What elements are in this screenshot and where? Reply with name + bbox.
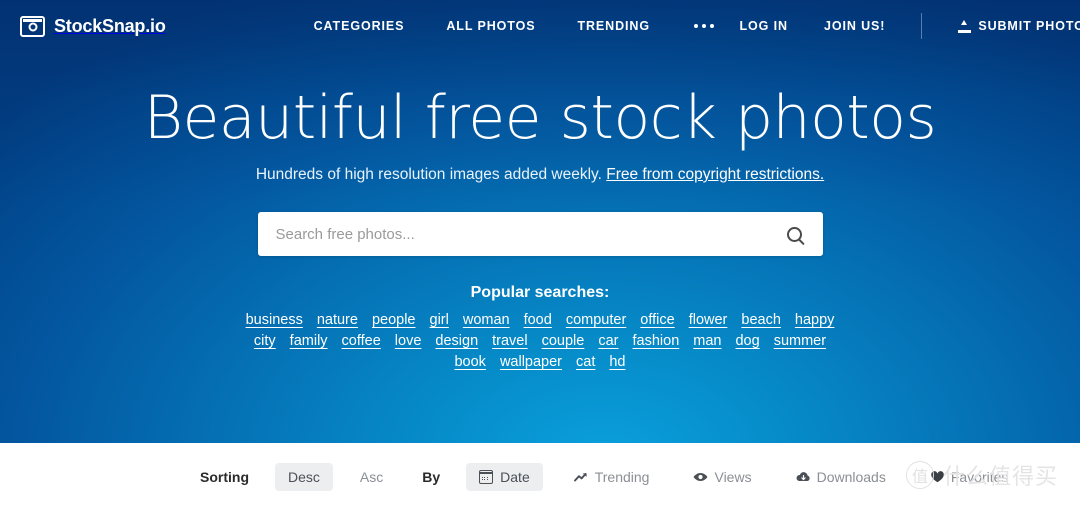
popular-tag-wallpaper[interactable]: wallpaper — [500, 354, 562, 370]
search-input[interactable] — [257, 212, 767, 256]
hero-subtitle: Hundreds of high resolution images added… — [0, 166, 1080, 184]
sort-by-trending-button[interactable]: Trending — [561, 463, 663, 491]
popular-tag-car[interactable]: car — [598, 333, 618, 349]
popular-tag-food[interactable]: food — [524, 312, 552, 328]
popular-tag-man[interactable]: man — [693, 333, 721, 349]
copyright-link[interactable]: Free from copyright restrictions. — [606, 166, 824, 183]
sort-order-desc-button[interactable]: Desc — [275, 462, 333, 491]
popular-tag-office[interactable]: office — [640, 312, 674, 328]
ellipsis-icon[interactable] — [692, 20, 716, 32]
nav-center-links: CATEGORIES ALL PHOTOS TRENDING — [314, 19, 716, 33]
tag-row: business nature people girl woman food compute… — [0, 312, 1080, 328]
brand-name: StockSnap.io — [54, 15, 166, 36]
popular-tag-people[interactable]: people — [372, 312, 416, 328]
popular-tag-dog[interactable]: dog — [735, 333, 759, 349]
popular-tag-hd[interactable]: hd — [609, 354, 625, 370]
popular-search-tags: business nature people girl woman food compute… — [0, 312, 1080, 370]
tag-row: city family coffee love design travel couple ca… — [0, 333, 1080, 349]
popular-tag-summer[interactable]: summer — [774, 333, 826, 349]
trending-arrow-icon — [573, 470, 588, 484]
popular-tag-happy[interactable]: happy — [795, 312, 835, 328]
submit-photos-button[interactable]: SUBMIT PHOTOS — [958, 19, 1080, 33]
nav-link-all-photos[interactable]: ALL PHOTOS — [446, 19, 535, 33]
popular-tag-beach[interactable]: beach — [741, 312, 781, 328]
sort-by-views-label: Views — [714, 468, 752, 485]
sort-by-views-button[interactable]: Views — [680, 463, 764, 491]
popular-tag-computer[interactable]: computer — [566, 312, 626, 328]
brand-logo-link[interactable]: StockSnap.io — [20, 15, 166, 37]
popular-tag-girl[interactable]: girl — [430, 312, 449, 328]
popular-searches-title: Popular searches: — [470, 284, 610, 301]
camera-icon — [20, 15, 45, 37]
camera-lens-icon — [28, 22, 37, 32]
page-title: Beautiful free stock photos — [143, 83, 937, 153]
by-label: By — [422, 468, 441, 485]
sort-by-date-button[interactable]: Date — [466, 462, 543, 491]
nav-link-log-in[interactable]: LOG IN — [740, 19, 788, 33]
sorting-label: Sorting — [200, 468, 249, 485]
hero-subtitle-text: Hundreds of high resolution images added… — [255, 166, 607, 183]
sort-by-downloads-label: Downloads — [816, 468, 886, 485]
submit-photos-label: SUBMIT PHOTOS — [978, 19, 1080, 33]
search-bar[interactable] — [257, 212, 823, 256]
nav-link-join-us[interactable]: JOIN US! — [824, 19, 885, 33]
popular-tag-woman[interactable]: woman — [463, 312, 510, 328]
eye-icon — [693, 470, 708, 484]
sort-order-desc-label: Desc — [288, 468, 320, 485]
popular-tag-business[interactable]: business — [246, 312, 303, 328]
top-navigation-bar: StockSnap.io CATEGORIES ALL PHOTOS TREND… — [0, 0, 1080, 52]
sort-order-asc-button[interactable]: Asc — [347, 463, 396, 491]
sort-by-date-label: Date — [500, 468, 530, 485]
upload-icon — [958, 19, 972, 33]
popular-tag-flower[interactable]: flower — [689, 312, 728, 328]
popular-tag-couple[interactable]: couple — [542, 333, 585, 349]
popular-tag-city[interactable]: city — [254, 333, 276, 349]
search-icon — [787, 226, 802, 242]
nav-divider — [921, 13, 923, 39]
popular-tag-family[interactable]: family — [290, 333, 328, 349]
sort-by-downloads-button[interactable]: Downloads — [783, 463, 899, 491]
nav-link-categories[interactable]: CATEGORIES — [314, 19, 405, 33]
hero-content: Beautiful free stock photos Hundreds of … — [0, 0, 1080, 371]
calendar-icon — [479, 469, 494, 484]
sort-by-trending-label: Trending — [594, 468, 650, 485]
watermark-badge: 值 — [905, 461, 934, 489]
popular-tag-design[interactable]: design — [435, 333, 478, 349]
popular-tag-travel[interactable]: travel — [492, 333, 527, 349]
popular-tag-book[interactable]: book — [454, 354, 485, 370]
popular-tag-love[interactable]: love — [395, 333, 422, 349]
nav-link-trending[interactable]: TRENDING — [577, 19, 649, 33]
popular-tag-coffee[interactable]: coffee — [342, 333, 381, 349]
popular-tag-fashion[interactable]: fashion — [633, 333, 680, 349]
watermark-text: 什么值得买 — [942, 465, 1058, 490]
nav-right-links: LOG IN JOIN US! SUBMIT PHOTOS — [740, 13, 1080, 39]
popular-tag-cat[interactable]: cat — [576, 354, 595, 370]
cloud-download-icon — [796, 470, 810, 484]
search-button[interactable] — [767, 212, 823, 256]
popular-tag-nature[interactable]: nature — [317, 312, 358, 328]
sort-order-asc-label: Asc — [359, 468, 384, 485]
watermark: 值 什么值得买 — [905, 459, 1058, 491]
tag-row: book wallpaper cat hd — [0, 354, 1080, 370]
